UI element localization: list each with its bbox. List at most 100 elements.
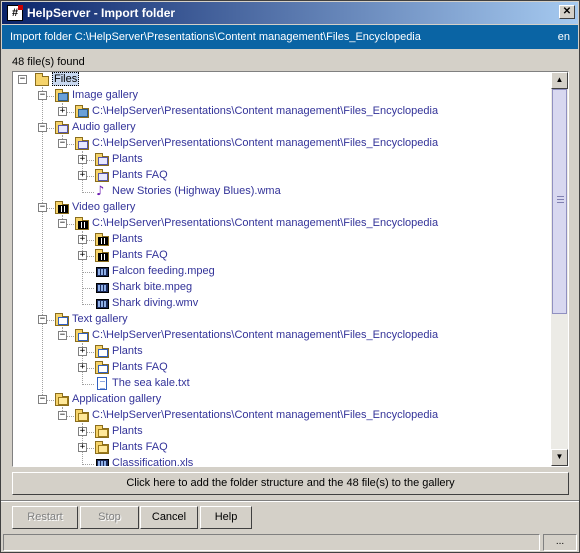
expand-icon[interactable]: + — [78, 171, 87, 180]
tree-node-label[interactable]: Video gallery — [72, 201, 135, 213]
collapse-icon[interactable]: − — [38, 395, 47, 404]
tree-node[interactable]: Shark diving.wmv — [13, 296, 551, 312]
tree-node[interactable]: − C:\HelpServer\Presentations\Content man… — [13, 328, 551, 344]
collapse-icon[interactable]: − — [58, 411, 67, 420]
help-button[interactable]: Help — [200, 506, 252, 529]
stop-button[interactable]: Stop — [80, 506, 139, 529]
tree-node-label[interactable]: Plants FAQ — [112, 169, 168, 181]
collapse-icon[interactable]: − — [58, 219, 67, 228]
tree-node[interactable]: + Plants FAQ — [13, 440, 551, 456]
folder-icon — [54, 120, 70, 136]
tree-node-label[interactable]: Text gallery — [72, 313, 128, 325]
import-header-bar: Import folder C:\HelpServer\Presentation… — [2, 25, 578, 49]
title-bar[interactable]: # HelpServer - Import folder ✕ — [2, 2, 578, 24]
tree-node[interactable]: Classification.xls — [13, 456, 551, 466]
tree-node-label[interactable]: Plants FAQ — [112, 441, 168, 453]
expand-icon[interactable]: + — [78, 235, 87, 244]
status-message-area — [3, 534, 540, 551]
add-to-gallery-button[interactable]: Click here to add the folder structure a… — [12, 472, 569, 495]
tree-node-label[interactable]: Plants — [112, 233, 143, 245]
tree-connector-line — [82, 464, 94, 465]
tree-node[interactable]: + Plants — [13, 344, 551, 360]
close-button[interactable]: ✕ — [559, 5, 575, 19]
tree-node[interactable]: − Audio gallery — [13, 120, 551, 136]
tree-node-label[interactable]: Plants FAQ — [112, 249, 168, 261]
tree-node-label[interactable]: Application gallery — [72, 393, 161, 405]
language-indicator[interactable]: en — [558, 31, 570, 43]
tree-node[interactable]: ♪ New Stories (Highway Blues).wma — [13, 184, 551, 200]
tree-node[interactable]: Shark bite.mpeg — [13, 280, 551, 296]
tree-node-label[interactable]: C:\HelpServer\Presentations\Content mana… — [92, 137, 438, 149]
expand-icon[interactable]: + — [78, 347, 87, 356]
tree-node-label[interactable]: Image gallery — [72, 89, 138, 101]
vertical-scrollbar[interactable]: ▲ ▼ — [551, 72, 568, 466]
tree-connector-line — [82, 304, 94, 305]
tree-node[interactable]: The sea kale.txt — [13, 376, 551, 392]
tree-node[interactable]: Falcon feeding.mpeg — [13, 264, 551, 280]
divider — [1, 500, 579, 502]
tree-node[interactable]: − Text gallery — [13, 312, 551, 328]
tree-node[interactable]: + C:\HelpServer\Presentations\Content man… — [13, 104, 551, 120]
status-bar: ... — [3, 534, 577, 551]
scroll-down-button[interactable]: ▼ — [551, 449, 568, 466]
collapse-icon[interactable]: − — [58, 139, 67, 148]
expand-icon[interactable]: + — [78, 427, 87, 436]
status-more-button[interactable]: ... — [543, 534, 577, 551]
tree-node[interactable]: − Application gallery — [13, 392, 551, 408]
tree-node-label[interactable]: Audio gallery — [72, 121, 136, 133]
tree-node-label[interactable]: Shark diving.wmv — [112, 297, 198, 309]
tree-node[interactable]: − C:\HelpServer\Presentations\Content man… — [13, 136, 551, 152]
tree-node[interactable]: − C:\HelpServer\Presentations\Content man… — [13, 408, 551, 424]
tree-node-label[interactable]: Plants FAQ — [112, 361, 168, 373]
collapse-icon[interactable]: − — [18, 75, 27, 84]
tree-node-label[interactable]: C:\HelpServer\Presentations\Content mana… — [92, 217, 438, 229]
expand-icon[interactable]: + — [78, 363, 87, 372]
folder-icon — [54, 392, 70, 408]
tree-node[interactable]: − Files — [13, 72, 551, 88]
tree-node-label[interactable]: Plants — [112, 153, 143, 165]
tree-node[interactable]: + Plants FAQ — [13, 168, 551, 184]
tree-node[interactable]: + Plants FAQ — [13, 360, 551, 376]
tree-node[interactable]: + Plants — [13, 232, 551, 248]
scroll-up-button[interactable]: ▲ — [551, 72, 568, 89]
scroll-thumb[interactable] — [552, 89, 567, 314]
collapse-icon[interactable]: − — [38, 315, 47, 324]
tree-node[interactable]: − Video gallery — [13, 200, 551, 216]
tree-node-label[interactable]: Plants — [112, 425, 143, 437]
folder-icon — [54, 200, 70, 216]
tree-node-label[interactable]: C:\HelpServer\Presentations\Content mana… — [92, 409, 438, 421]
tree-node[interactable]: + Plants — [13, 424, 551, 440]
folder-icon — [94, 168, 110, 184]
tree-node[interactable]: − Image gallery — [13, 88, 551, 104]
collapse-icon[interactable]: − — [58, 331, 67, 340]
import-path-text: Import folder C:\HelpServer\Presentation… — [10, 31, 421, 43]
video-file-icon — [94, 296, 110, 312]
tree-node-label[interactable]: Classification.xls — [112, 457, 193, 466]
cancel-button[interactable]: Cancel — [140, 506, 198, 529]
tree-node-label[interactable]: The sea kale.txt — [112, 377, 190, 389]
expand-icon[interactable]: + — [78, 155, 87, 164]
tree-node-label[interactable]: C:\HelpServer\Presentations\Content mana… — [92, 329, 438, 341]
files-found-count: 48 file(s) found — [12, 56, 85, 68]
collapse-icon[interactable]: − — [38, 123, 47, 132]
tree-node-label[interactable]: Shark bite.mpeg — [112, 281, 192, 293]
tree-node-label[interactable]: Files — [52, 72, 80, 86]
tree-node[interactable]: − C:\HelpServer\Presentations\Content man… — [13, 216, 551, 232]
import-folder-window: # HelpServer - Import folder ✕ Import fo… — [0, 0, 580, 553]
tree-node-label[interactable]: Plants — [112, 345, 143, 357]
tree-node-label[interactable]: C:\HelpServer\Presentations\Content mana… — [92, 105, 438, 117]
expand-icon[interactable]: + — [78, 251, 87, 260]
collapse-icon[interactable]: − — [38, 91, 47, 100]
tree-node-label[interactable]: New Stories (Highway Blues).wma — [112, 185, 281, 197]
tree-node[interactable]: + Plants — [13, 152, 551, 168]
restart-button[interactable]: Restart — [12, 506, 78, 529]
folder-icon — [94, 424, 110, 440]
collapse-icon[interactable]: − — [38, 203, 47, 212]
expand-icon[interactable]: + — [78, 443, 87, 452]
folder-icon — [54, 312, 70, 328]
tree-node-label[interactable]: Falcon feeding.mpeg — [112, 265, 215, 277]
tree-node[interactable]: + Plants FAQ — [13, 248, 551, 264]
folder-icon — [94, 232, 110, 248]
expand-icon[interactable]: + — [58, 107, 67, 116]
folder-icon — [74, 104, 90, 120]
